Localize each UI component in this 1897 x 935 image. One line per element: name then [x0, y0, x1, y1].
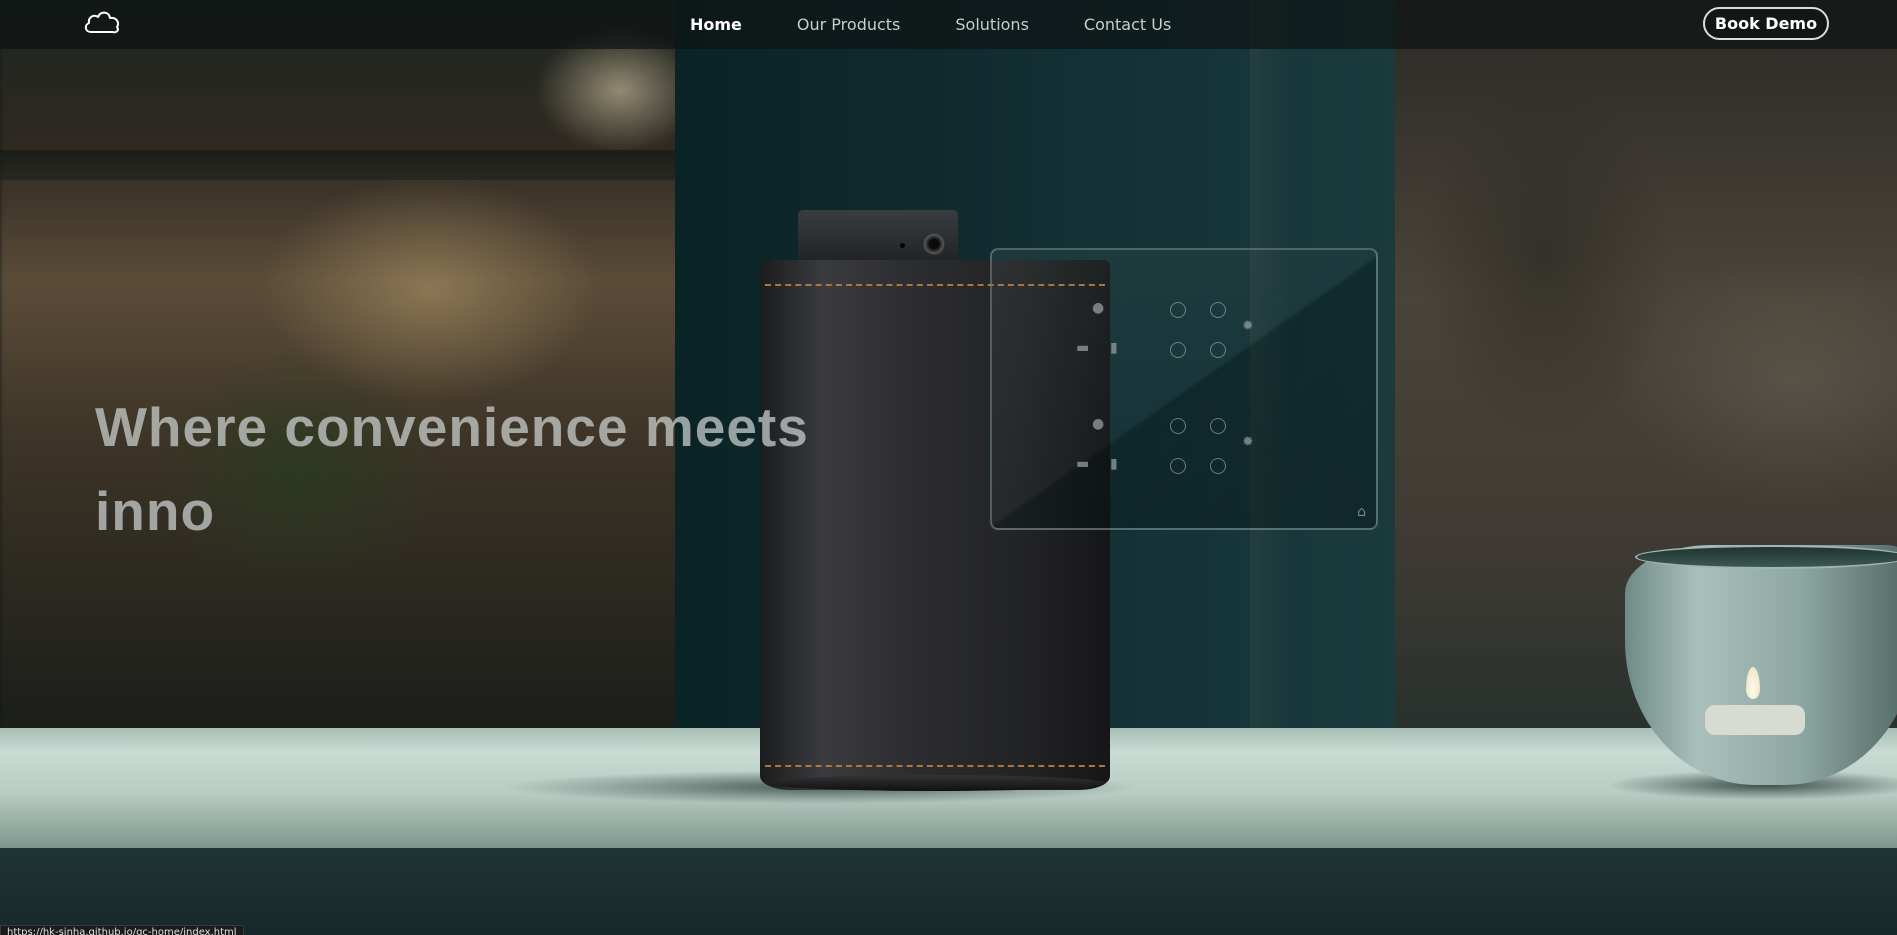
status-bar-url: https://hk-sinha.github.io/gc-home/index… [0, 925, 244, 935]
switch-button [1210, 458, 1226, 474]
fan-icon: ✹ [1242, 434, 1254, 450]
switch-button [1210, 418, 1226, 434]
book-demo-button[interactable]: Book Demo [1703, 7, 1829, 40]
cloud-icon [84, 11, 120, 34]
switch-button [1170, 458, 1186, 474]
page: ● ▬ ▮ ✹ ● ▬ ▮ ✹ ⌂ Home Our Products Solu… [0, 0, 1897, 935]
nav-link-contact-us[interactable]: Contact Us [1084, 15, 1171, 34]
home-icon: ⌂ [1357, 504, 1366, 520]
tap-icon: ▬ [1076, 340, 1090, 356]
switch-button [1210, 342, 1226, 358]
switch-button [1170, 302, 1186, 318]
nav-link-solutions[interactable]: Solutions [955, 15, 1029, 34]
bulb-icon: ● [1092, 416, 1105, 432]
logo-cloud-icon[interactable] [82, 6, 122, 36]
hero-heading: Where convenience meets inno [95, 396, 809, 542]
nav-link-our-products[interactable]: Our Products [797, 15, 900, 34]
camera-lens [923, 233, 945, 255]
top-navbar: Home Our Products Solutions Contact Us B… [0, 0, 1897, 49]
nav-links: Home Our Products Solutions Contact Us [690, 0, 1226, 49]
switch-button [1170, 342, 1186, 358]
candle [1705, 705, 1805, 735]
tap-icon: ▮ [1110, 456, 1118, 472]
bulb-icon: ● [1092, 300, 1105, 316]
tap-icon: ▮ [1110, 340, 1118, 356]
tap-icon: ▬ [1076, 456, 1090, 472]
smart-switch-panel-image: ● ▬ ▮ ✹ ● ▬ ▮ ✹ ⌂ [990, 248, 1378, 530]
fan-icon: ✹ [1242, 318, 1254, 334]
switch-button [1170, 418, 1186, 434]
candle-flame [1746, 667, 1760, 699]
camera-bar [798, 210, 958, 265]
switch-button [1210, 302, 1226, 318]
nav-link-home[interactable]: Home [690, 15, 742, 34]
